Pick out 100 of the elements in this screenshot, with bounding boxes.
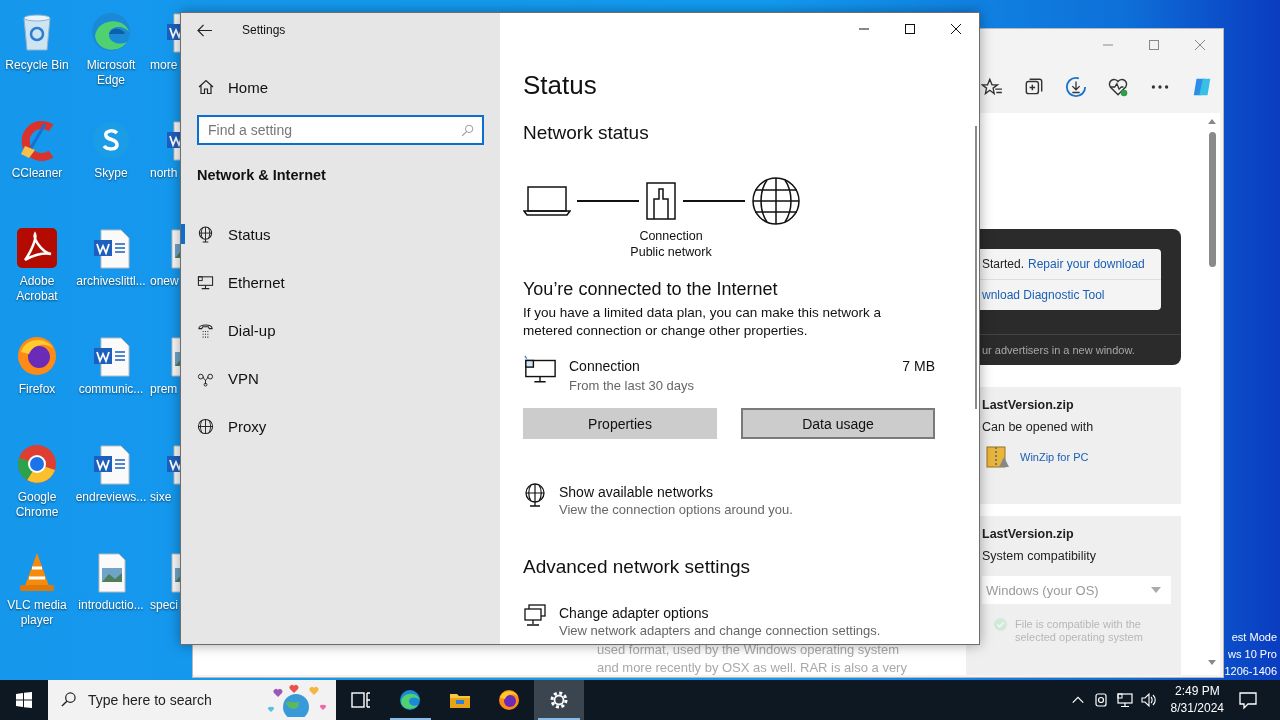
- link[interactable]: wnload Diagnostic Tool: [982, 288, 1105, 302]
- windows-logo-icon: [16, 692, 32, 708]
- period-text: From the last 30 days: [569, 377, 695, 395]
- search-field[interactable]: Find a setting: [197, 115, 484, 145]
- network-icon[interactable]: [1116, 692, 1133, 708]
- setting-link[interactable]: Show available networks: [559, 483, 793, 501]
- icon-label: prem: [150, 382, 178, 397]
- icon-label: onew: [150, 274, 179, 289]
- card-subtitle: Can be opened with: [982, 419, 1095, 435]
- icon-label: north: [150, 166, 178, 181]
- diagram-label: Connection: [639, 228, 703, 244]
- router-icon: [645, 181, 677, 221]
- phone-icon: [197, 321, 214, 339]
- globe-icon: [751, 176, 801, 226]
- action-button[interactable]: Properties: [523, 408, 717, 439]
- icon-label: CCleaner: [11, 166, 63, 181]
- watermark-text: 1206-1406: [1224, 664, 1277, 679]
- home-link[interactable]: Home: [198, 75, 274, 99]
- status-heading: You’re connected to the Internet: [523, 278, 779, 301]
- icon-label: introductio...: [78, 598, 144, 613]
- favorites-list-icon[interactable]: [981, 76, 1003, 98]
- icon-label: endreviews...: [75, 490, 147, 505]
- clock[interactable]: 2:49 PM 8/31/2024: [1170, 683, 1224, 717]
- icon-label: sixe: [150, 490, 172, 505]
- alert-text: Started.: [982, 257, 1025, 271]
- nav-item[interactable]: Proxy: [181, 402, 500, 450]
- section-heading: Advanced network settings: [523, 555, 752, 579]
- search-icon: [461, 124, 474, 137]
- icon-label: Adobe Acrobat: [15, 274, 59, 304]
- maximize-icon: [1149, 40, 1159, 50]
- section-heading: Network status: [523, 121, 650, 145]
- ethernet-icon: [523, 354, 557, 384]
- card-subtitle: System compatibility: [982, 548, 1097, 564]
- scroll-thumb[interactable]: [1208, 132, 1216, 267]
- page-text: and more recently by OSX as well. RAR is also a very: [597, 659, 907, 677]
- page-title: Status: [523, 69, 598, 101]
- check-icon: [994, 618, 1007, 631]
- notification-icon[interactable]: [1238, 690, 1258, 710]
- section-heading: Network & Internet: [197, 167, 327, 183]
- monitors-icon: [523, 604, 547, 628]
- icon-label: archiveslittl...: [76, 274, 146, 289]
- icon-label: Skype: [94, 166, 128, 181]
- icon-label: VLC media player: [6, 598, 68, 628]
- file-name: LastVersion.zip: [982, 397, 1075, 413]
- icon-label: Recycle Bin: [5, 58, 69, 73]
- icon-label: more: [150, 58, 178, 73]
- diagram-label: Public network: [630, 244, 712, 260]
- file-name: LastVersion.zip: [982, 526, 1075, 542]
- description-text: If you have a limited data plan, you can make this network a metered connection or change other properties.: [523, 304, 882, 340]
- fox-logo-icon[interactable]: [15, 334, 59, 378]
- home-icon: [198, 79, 214, 95]
- app-link[interactable]: WinZip for PC: [1020, 451, 1089, 463]
- fox-logo-icon: [497, 688, 522, 712]
- laptop-icon: [523, 185, 571, 217]
- icon-label: Firefox: [18, 382, 56, 397]
- globe-icon: [197, 417, 214, 435]
- setting-link[interactable]: Change adapter options: [559, 604, 881, 622]
- page-text: used format, used by the Windows operating system: [597, 641, 901, 659]
- camera-icon[interactable]: [1092, 692, 1109, 708]
- link[interactable]: Repair your download: [1028, 257, 1145, 271]
- arrow-left-icon: [196, 23, 212, 37]
- setting-description: View network adapters and change connection settings.: [559, 622, 881, 640]
- health-icon[interactable]: [1107, 76, 1129, 98]
- icon-label: Microsoft Edge: [85, 58, 137, 88]
- pdf-logo-icon[interactable]: [15, 226, 59, 270]
- icon-label: speci: [150, 598, 178, 613]
- archive-icon: [986, 443, 1010, 471]
- download-icon[interactable]: [1065, 76, 1087, 98]
- watermark-text: est Mode: [1231, 630, 1277, 645]
- setting-description: View the connection options around you.: [559, 501, 793, 519]
- globe-monitor-icon: [197, 225, 214, 243]
- caret-icon: [1151, 587, 1161, 593]
- swirl-logo-icon: [398, 688, 423, 712]
- scrollbar[interactable]: [975, 126, 977, 409]
- nav-item[interactable]: Status: [181, 210, 500, 258]
- action-button[interactable]: Data usage: [741, 408, 935, 439]
- icon-label: Google Chrome: [14, 490, 60, 520]
- volume-icon[interactable]: [1140, 692, 1157, 708]
- close-icon: [1195, 40, 1205, 50]
- maximize-icon: [905, 24, 915, 34]
- scroll-down-icon[interactable]: [1208, 660, 1216, 665]
- swirl-logo-icon[interactable]: [89, 10, 133, 54]
- scroll-up-icon[interactable]: [1208, 119, 1216, 124]
- nav-item[interactable]: Ethernet: [181, 258, 500, 306]
- assistant-logo-icon[interactable]: [1191, 76, 1213, 98]
- nav-item[interactable]: VPN: [181, 354, 500, 402]
- window-title: Settings: [242, 23, 286, 37]
- close-icon: [951, 24, 961, 34]
- monitor-icon: [197, 273, 214, 291]
- connection-name: Connection: [569, 357, 641, 376]
- watermark-text: ws 10 Pro: [1228, 647, 1277, 662]
- nav-item[interactable]: Dial-up: [181, 306, 500, 354]
- globe-monitor-icon: [523, 483, 547, 507]
- search-icon: [61, 692, 76, 707]
- taskbar-search-field[interactable]: Type here to search: [48, 680, 336, 720]
- taskbar-app-button[interactable]: [534, 680, 584, 720]
- icon-label: communic...: [78, 382, 144, 397]
- usage-value: 7 MB: [902, 357, 935, 376]
- ring-logo-icon[interactable]: [15, 442, 59, 486]
- note-text: selected operating system: [1015, 631, 1143, 644]
